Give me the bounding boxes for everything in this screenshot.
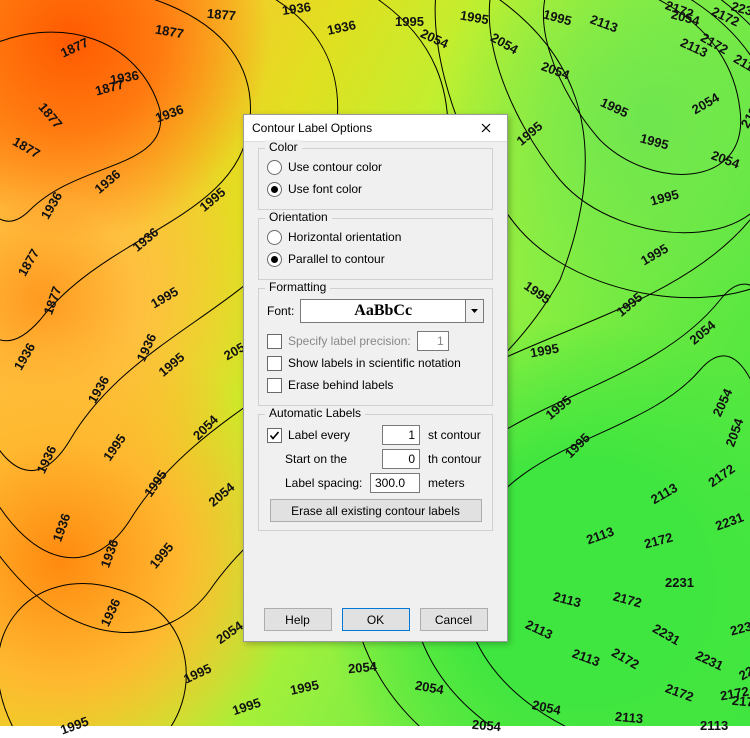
precision-input[interactable]: 1 [417, 331, 449, 351]
use-contour-color-label: Use contour color [288, 160, 382, 174]
sci-notation-label: Show labels in scientific notation [288, 356, 461, 370]
use-contour-color-row[interactable]: Use contour color [267, 157, 484, 177]
font-preview[interactable]: AaBbCc [300, 299, 466, 323]
checkmark-icon [269, 430, 280, 441]
orientation-legend: Orientation [265, 210, 332, 224]
label-every-checkbox[interactable] [267, 428, 282, 443]
orientation-group: Orientation Horizontal orientation Paral… [258, 218, 493, 280]
close-button[interactable] [471, 117, 501, 139]
start-on-label: Start on the [285, 452, 347, 466]
color-group: Color Use contour color Use font color [258, 148, 493, 210]
specify-precision-label: Specify label precision: [288, 334, 411, 348]
use-font-color-row[interactable]: Use font color [267, 179, 484, 199]
start-on-suffix: th contour [428, 452, 484, 466]
specify-precision-row[interactable]: Specify label precision: 1 [267, 331, 484, 351]
automatic-labels-group: Automatic Labels Label every 1 st contou… [258, 414, 493, 531]
horizontal-orientation-label: Horizontal orientation [288, 230, 401, 244]
erase-behind-label: Erase behind labels [288, 378, 393, 392]
erase-behind-checkbox[interactable] [267, 378, 282, 393]
contour-label: 2113 [614, 709, 643, 726]
use-font-color-label: Use font color [288, 182, 362, 196]
sci-notation-row[interactable]: Show labels in scientific notation [267, 353, 484, 373]
color-legend: Color [265, 140, 302, 154]
formatting-group: Formatting Font: AaBbCc Specify label pr… [258, 288, 493, 406]
font-label: Font: [267, 304, 294, 318]
erase-all-button-label: Erase all existing contour labels [291, 504, 460, 518]
contour-label: 1995 [395, 14, 424, 29]
contour-label: 1877 [206, 6, 236, 23]
horizontal-orientation-radio[interactable] [267, 230, 282, 245]
erase-behind-row[interactable]: Erase behind labels [267, 375, 484, 395]
start-on-input[interactable]: 0 [382, 449, 420, 469]
contour-label: 2054 [347, 659, 377, 676]
label-every-input[interactable]: 1 [382, 425, 420, 445]
formatting-legend: Formatting [265, 280, 330, 294]
use-font-color-radio[interactable] [267, 182, 282, 197]
spacing-input[interactable]: 300.0 [370, 473, 420, 493]
spacing-units: meters [428, 476, 484, 490]
sci-notation-checkbox[interactable] [267, 356, 282, 371]
cancel-button[interactable]: Cancel [420, 608, 488, 631]
help-button[interactable]: Help [264, 608, 332, 631]
contour-label-options-dialog: Contour Label Options Color Use contour … [243, 114, 508, 642]
parallel-to-contour-radio[interactable] [267, 252, 282, 267]
titlebar: Contour Label Options [244, 115, 507, 142]
font-dropdown-button[interactable] [466, 299, 484, 323]
dialog-title: Contour Label Options [252, 121, 471, 135]
dialog-button-row: Help OK Cancel [244, 608, 507, 631]
parallel-to-contour-label: Parallel to contour [288, 252, 385, 266]
ok-button[interactable]: OK [342, 608, 410, 631]
spacing-label: Label spacing: [285, 476, 362, 490]
label-every-suffix: st contour [428, 428, 484, 442]
erase-all-button[interactable]: Erase all existing contour labels [270, 499, 482, 522]
use-contour-color-radio[interactable] [267, 160, 282, 175]
horizontal-orientation-row[interactable]: Horizontal orientation [267, 227, 484, 247]
automatic-labels-legend: Automatic Labels [265, 406, 365, 420]
label-every-label: Label every [288, 428, 350, 442]
contour-label: 2231 [665, 575, 694, 590]
chevron-down-icon [471, 309, 478, 313]
parallel-to-contour-row[interactable]: Parallel to contour [267, 249, 484, 269]
specify-precision-checkbox[interactable] [267, 334, 282, 349]
close-icon [481, 123, 491, 133]
